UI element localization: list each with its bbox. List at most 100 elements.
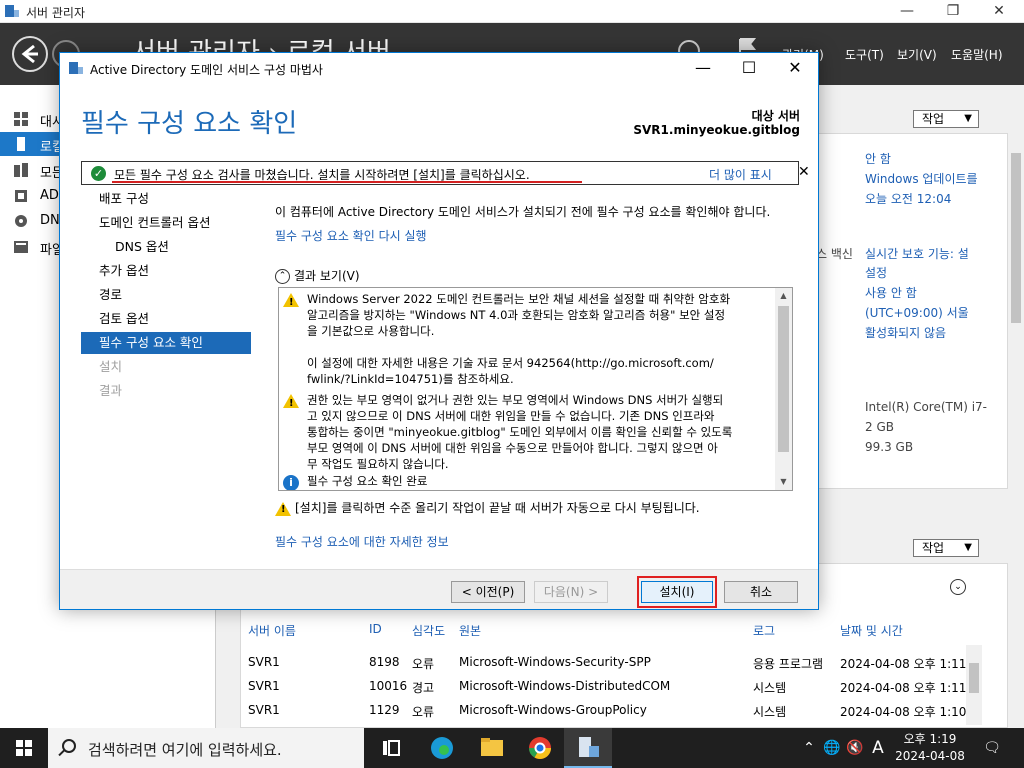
result-text: 알고리즘을 방지하는 "Windows NT 4.0과 호환되는 암호화 알고리… [307,308,726,322]
chrome-button[interactable] [516,728,564,768]
view-results-toggle[interactable]: ⌃ 결과 보기(V) [275,267,360,284]
step-dns-options[interactable]: DNS 옵션 [81,236,251,258]
more-info-link[interactable]: 필수 구성 요소에 대한 자세한 정보 [275,533,449,550]
events-header-server[interactable]: 서버 이름 [248,622,296,639]
prop-windows-update[interactable]: Windows 업데이트를 [865,170,978,187]
prop-disk: 99.3 GB [865,440,914,454]
events-scrollbar[interactable] [966,645,982,725]
events-header-log[interactable]: 로그 [753,622,775,639]
event-cell: 경고 [412,681,435,695]
step-prerequisites-check[interactable]: 필수 구성 요소 확인 [81,332,251,354]
volume-muted-icon[interactable]: 🔇 [845,728,865,768]
file-storage-icon [14,241,28,253]
warning-icon [283,293,299,311]
previous-button[interactable]: < 이전(P) [451,581,525,603]
wizard-maximize-button[interactable]: ☐ [726,53,772,83]
event-cell: SVR1 [248,679,280,693]
info-icon: i [283,475,299,490]
dashboard-icon [14,112,28,126]
event-cell: 2024-04-08 오후 1:10: [840,705,971,719]
prop-update-time[interactable]: 오늘 오전 12:04 [865,190,951,207]
clock-date: 2024-04-08 [895,749,965,763]
result-text: 권한 있는 부모 영역이 없거나 권한 있는 부모 영역에서 Windows D… [307,393,724,407]
event-cell: Microsoft-Windows-GroupPolicy [459,703,647,717]
restore-button[interactable]: ❐ [930,0,976,23]
chevron-up-icon[interactable]: ⌃ [800,728,818,768]
reboot-note-text: [설치]를 클릭하면 수준 올리기 작업이 끝날 때 서버가 자동으로 다시 부… [295,501,700,515]
events-header-id[interactable]: ID [369,622,382,636]
edge-icon [431,737,453,759]
clock-time: 오후 1:19 [903,732,957,746]
scroll-thumb[interactable] [778,306,789,452]
step-dc-options[interactable]: 도메인 컨트롤러 옵션 [81,212,251,234]
network-icon[interactable]: 🌐 [821,728,843,768]
result-text: 고 있지 않으므로 이 DNS 서버에 대한 위임을 만들 수 없습니다. 기존… [307,409,715,423]
file-explorer-button[interactable] [468,728,516,768]
wizard-footer: < 이전(P) 다음(N) > 설치(I) 취소 [60,569,818,609]
target-server-name: SVR1.minyeokue.gitblog [633,123,800,137]
close-button[interactable]: ✕ [976,0,1022,23]
prop-never[interactable]: 안 함 [865,150,891,167]
scroll-thumb[interactable] [969,663,979,693]
step-paths[interactable]: 경로 [81,284,251,306]
ad-ds-icon [15,190,27,202]
ime-indicator[interactable]: A [868,728,888,768]
wizard-close-button[interactable]: ✕ [772,53,818,83]
result-text: 을 기본값으로 사용합니다. [307,324,435,338]
checkmark-icon: ✓ [91,166,106,181]
edge-button[interactable] [418,728,466,768]
tasks-dropdown-events[interactable]: 작업 [913,539,979,557]
rerun-prerequisites-link[interactable]: 필수 구성 요소 확인 다시 실행 [275,227,427,244]
prop-not-used[interactable]: 사용 안 함 [865,284,917,301]
step-additional-options[interactable]: 추가 옵션 [81,260,251,282]
close-icon[interactable]: ✕ [798,164,810,180]
taskbar-search[interactable]: 검색하려면 여기에 입력하세요. [48,728,364,768]
scroll-thumb[interactable] [1011,153,1021,323]
install-button[interactable]: 설치(I) [641,581,713,603]
step-installation: 설치 [99,359,123,374]
reboot-note: [설치]를 클릭하면 수준 올리기 작업이 끝날 때 서버가 자동으로 다시 부… [275,499,700,516]
menu-view[interactable]: 보기(V) [897,46,937,63]
menu-tools[interactable]: 도구(T) [845,46,884,63]
server-manager-titlebar: 서버 관리자 — ❐ ✕ [0,0,1024,23]
results-scrollbar[interactable]: ▲ ▼ [775,288,792,490]
step-deployment-config[interactable]: 배포 구성 [81,188,251,210]
scroll-down-icon[interactable]: ▼ [775,477,792,486]
events-header-datetime[interactable]: 날짜 및 시간 [840,622,903,639]
minimize-button[interactable]: — [884,0,930,23]
results-list[interactable]: Windows Server 2022 도메인 컨트롤러는 보안 채널 세션을 … [278,287,793,491]
event-cell: 오류 [412,657,435,671]
step-review-options[interactable]: 검토 옵션 [81,308,251,330]
start-button[interactable] [0,728,48,768]
event-cell: 10016 [369,679,408,693]
server-manager-icon [69,62,83,74]
chevron-up-icon: ⌃ [275,269,290,284]
prop-realtime-2[interactable]: 설정 [865,264,887,281]
target-server-label: 대상 서버 [751,109,800,123]
show-more-link[interactable]: 더 많이 표시 [709,166,772,183]
prop-realtime[interactable]: 실시간 보호 기능: 설 [865,245,969,262]
properties-scrollbar[interactable] [1008,133,1024,489]
event-cell: 시스템 [753,705,787,719]
chevron-down-icon[interactable]: ⌄ [950,579,966,595]
prop-activation[interactable]: 활성화되지 않음 [865,324,946,341]
events-header-source[interactable]: 원본 [459,622,481,639]
windows-logo-icon [16,740,32,756]
menu-help[interactable]: 도움말(H) [951,46,1003,63]
prop-timezone[interactable]: (UTC+09:00) 서울 [865,304,969,321]
server-manager-taskbar-button[interactable] [564,728,612,768]
task-view-button[interactable] [368,728,416,768]
event-cell: Microsoft-Windows-DistributedCOM [459,679,671,693]
list-item: 권한 있는 부모 영역이 없거나 권한 있는 부모 영역에서 Windows D… [283,392,773,474]
scroll-up-icon[interactable]: ▲ [775,291,792,300]
wizard-minimize-button[interactable]: — [680,53,726,83]
tasks-dropdown-properties[interactable]: 작업 [913,110,979,128]
back-button[interactable] [12,36,48,72]
cancel-button[interactable]: 취소 [724,581,798,603]
notifications-icon[interactable]: 🗨 [980,728,1004,768]
event-cell: 오류 [412,705,435,719]
events-header-severity[interactable]: 심각도 [412,622,445,639]
warning-icon [275,501,291,516]
taskbar: 검색하려면 여기에 입력하세요. ⌃ 🌐 🔇 A 오후 1:19 2024-04… [0,728,1024,768]
clock[interactable]: 오후 1:19 2024-04-08 [886,731,974,765]
